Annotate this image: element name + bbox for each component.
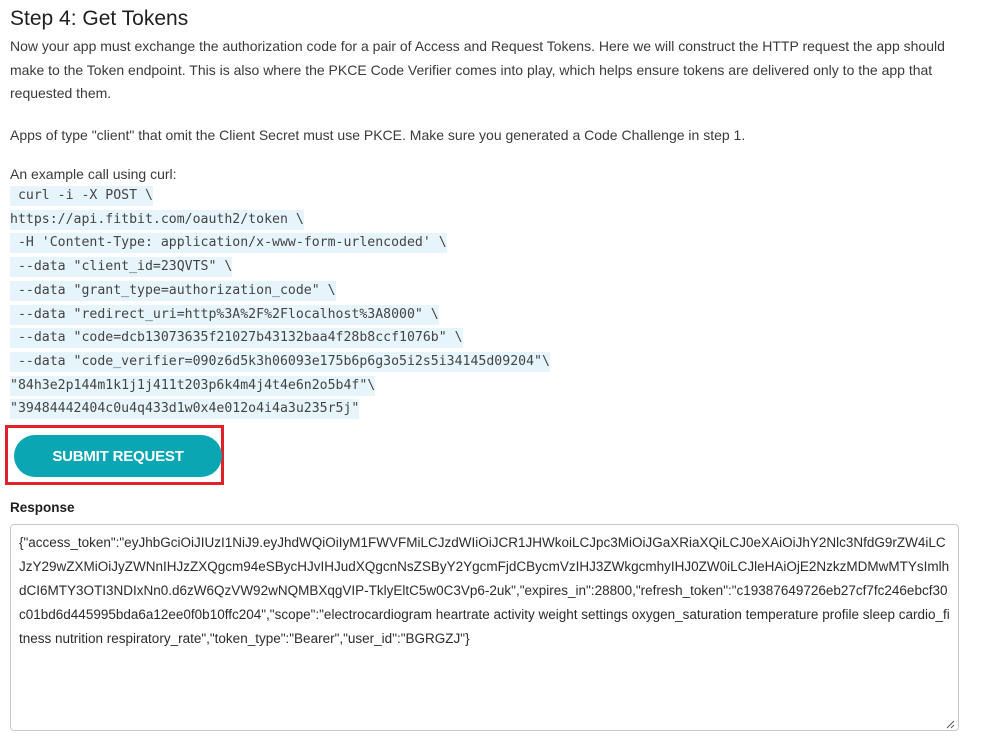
code-line: "39484442404c0u4q433d1w0x4e012o4i4a3u235… bbox=[10, 397, 970, 421]
code-line: --data "code_verifier=090z6d5k3h06093e17… bbox=[10, 350, 970, 374]
example-label: An example call using curl: bbox=[10, 166, 177, 182]
code-line: --data "client_id=23QVTS" \ bbox=[10, 255, 970, 279]
submit-highlight-box: SUBMIT REQUEST bbox=[5, 425, 224, 485]
code-line: curl -i -X POST \ bbox=[10, 184, 970, 208]
curl-code-block: curl -i -X POST \ https://api.fitbit.com… bbox=[10, 184, 970, 421]
step-title: Step 4: Get Tokens bbox=[10, 7, 189, 30]
submit-request-button[interactable]: SUBMIT REQUEST bbox=[14, 435, 222, 477]
code-line: --data "code=dcb13073635f21027b43132baa4… bbox=[10, 326, 970, 350]
response-textarea[interactable]: {"access_token":"eyJhbGciOiJIUzI1NiJ9.ey… bbox=[10, 524, 959, 731]
code-line: -H 'Content-Type: application/x-www-form… bbox=[10, 231, 970, 255]
code-line: --data "redirect_uri=http%3A%2F%2Flocalh… bbox=[10, 303, 970, 327]
resize-grip-icon[interactable] bbox=[945, 719, 955, 729]
intro-paragraph: Now your app must exchange the authoriza… bbox=[10, 38, 945, 101]
code-line: --data "grant_type=authorization_code" \ bbox=[10, 279, 970, 303]
code-line: "84h3e2p144m1k1j1j411t203p6k4m4j4t4e6n2o… bbox=[10, 374, 970, 398]
pkce-note: Apps of type "client" that omit the Clie… bbox=[10, 126, 746, 143]
step-section: Step 4: Get Tokens Now your app must exc… bbox=[10, 4, 970, 421]
code-line: https://api.fitbit.com/oauth2/token \ bbox=[10, 208, 970, 232]
response-label: Response bbox=[10, 500, 75, 515]
